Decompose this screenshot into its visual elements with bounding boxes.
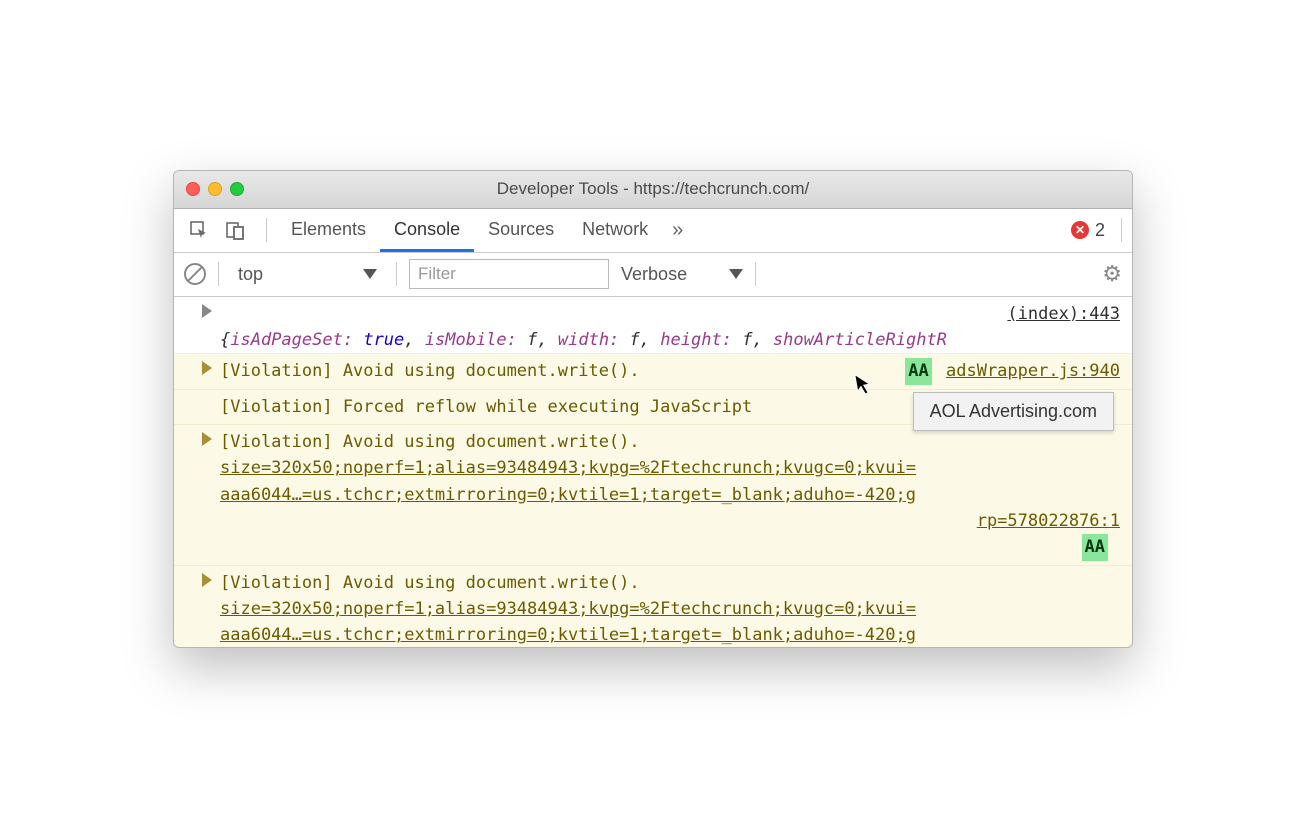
devtools-window: Developer Tools - https://techcrunch.com… (173, 170, 1133, 648)
source-link[interactable]: size=320x50;noperf=1;alias=93484943;kvpg… (220, 458, 916, 478)
inspect-element-icon[interactable] (184, 215, 214, 245)
close-window-button[interactable] (186, 182, 200, 196)
source-link[interactable]: adsWrapper.js:940 (946, 361, 1120, 381)
tab-elements[interactable]: Elements (277, 209, 380, 252)
device-toolbar-icon[interactable] (220, 215, 250, 245)
clear-console-icon[interactable] (184, 263, 206, 285)
traffic-lights (186, 182, 244, 196)
source-link[interactable]: size=320x50;noperf=1;alias=93484943;kvpg… (220, 599, 916, 619)
tabs-overflow-button[interactable]: » (662, 219, 693, 242)
console-message: {isAdPageSet: true, isMobile: f, width: … (220, 327, 1120, 353)
source-link[interactable]: aaa6044…=us.tchcr;extmirroring=0;kvtile=… (220, 625, 916, 645)
console-output: (index):443 {isAdPageSet: true, isMobile… (174, 297, 1132, 647)
source-link[interactable]: (index):443 (1007, 301, 1120, 327)
console-row: [Violation] Avoid using document.write()… (174, 354, 1132, 389)
console-message: [Violation] Avoid using document.write()… (220, 429, 1120, 561)
console-row: [Violation] Avoid using document.write()… (174, 425, 1132, 566)
script-badge[interactable]: AA (905, 358, 931, 384)
error-count-value: 2 (1095, 220, 1105, 241)
disclosure-triangle-icon[interactable] (202, 432, 212, 446)
console-row: [Violation] Avoid using document.write()… (174, 566, 1132, 647)
tab-network[interactable]: Network (568, 209, 662, 252)
script-badge[interactable]: AA (1082, 534, 1108, 560)
error-count[interactable]: ✕ 2 (1071, 220, 1113, 241)
settings-gear-icon[interactable]: ⚙ (1102, 261, 1122, 287)
chevron-down-icon (363, 269, 377, 279)
source-link[interactable]: aaa6044…=us.tchcr;extmirroring=0;kvtile=… (220, 485, 916, 505)
disclosure-triangle-icon[interactable] (202, 573, 212, 587)
console-message: [Violation] Avoid using document.write()… (220, 358, 1120, 384)
minimize-window-button[interactable] (208, 182, 222, 196)
log-level-selector[interactable]: Verbose (621, 264, 743, 285)
console-toolbar: top Verbose ⚙ (174, 253, 1132, 297)
console-row: (index):443 {isAdPageSet: true, isMobile… (174, 297, 1132, 355)
separator (755, 262, 756, 286)
maximize-window-button[interactable] (230, 182, 244, 196)
separator (396, 262, 397, 286)
separator (266, 218, 267, 242)
disclosure-triangle-icon[interactable] (202, 361, 212, 375)
titlebar: Developer Tools - https://techcrunch.com… (174, 171, 1132, 209)
log-level-value: Verbose (621, 264, 687, 285)
badge-tooltip: AOL Advertising.com (913, 392, 1114, 431)
filter-input[interactable] (409, 259, 609, 289)
separator (1121, 218, 1122, 242)
source-link[interactable]: rp=578022876:1 (977, 508, 1120, 534)
disclosure-triangle-icon[interactable] (202, 304, 212, 318)
tab-sources[interactable]: Sources (474, 209, 568, 252)
console-message: [Violation] Avoid using document.write()… (220, 570, 1120, 647)
chevron-down-icon (729, 269, 743, 279)
context-value: top (238, 264, 263, 285)
window-title: Developer Tools - https://techcrunch.com… (174, 179, 1132, 199)
panel-tabbar: Elements Console Sources Network » ✕ 2 (174, 209, 1132, 253)
separator (218, 262, 219, 286)
context-selector[interactable]: top (231, 259, 384, 290)
console-message: [Violation] Forced reflow while executin… (220, 397, 752, 417)
error-icon: ✕ (1071, 221, 1089, 239)
tab-console[interactable]: Console (380, 209, 474, 252)
